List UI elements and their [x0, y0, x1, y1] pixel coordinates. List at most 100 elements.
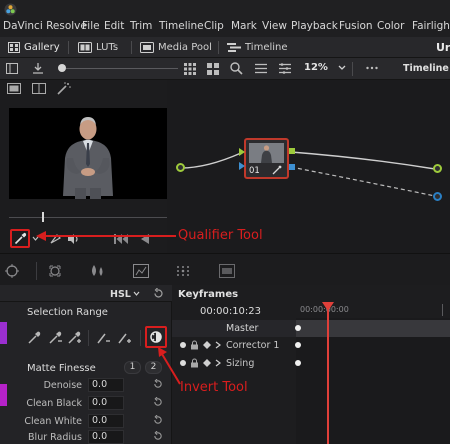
menu-file[interactable]: File	[82, 20, 100, 32]
viewer-mode-icon[interactable]	[7, 83, 21, 94]
keyframe-row-label: Master	[226, 323, 259, 334]
menu-timeline[interactable]: Timeline	[159, 20, 204, 32]
zoom-dropdown[interactable]: 12%	[304, 62, 356, 76]
lock-icon[interactable]	[190, 358, 199, 368]
page-1-button[interactable]: 1	[124, 361, 141, 374]
blur-radius-label: Blur Radius	[28, 432, 82, 443]
video-viewer[interactable]	[9, 108, 167, 199]
corrector-node[interactable]: 01	[244, 138, 289, 179]
picker-plus-icon[interactable]	[67, 330, 82, 345]
denoise-value: 0.0	[92, 379, 108, 390]
keyframes-ruler[interactable]: 00:00:00:00	[296, 302, 450, 318]
tab-media-pool[interactable]: Media Pool	[140, 40, 212, 55]
feather-minus-icon[interactable]	[96, 330, 111, 345]
clean-white-label: Clean White	[24, 416, 82, 427]
playhead-handle[interactable]	[322, 302, 334, 311]
clean-white-field[interactable]: 0.0	[88, 414, 124, 428]
qualifier-header: HSL	[0, 285, 172, 302]
expand-chevron-icon[interactable]	[215, 359, 221, 367]
list-view-icon[interactable]	[255, 63, 267, 74]
viewer-scrub-track[interactable]	[9, 217, 167, 218]
keyframes-title: Keyframes	[178, 289, 239, 300]
chevron-down-icon[interactable]	[133, 291, 140, 296]
ruler-tick	[442, 304, 443, 316]
viewer-scrub-handle[interactable]	[42, 212, 44, 222]
node-input-port[interactable]	[239, 148, 245, 156]
keyframe-row-sizing[interactable]: Sizing	[172, 355, 450, 372]
menu-mark[interactable]: Mark	[231, 20, 257, 32]
menu-playback[interactable]: Playback	[291, 20, 338, 32]
tab-media-pool-label: Media Pool	[158, 42, 212, 53]
timeline-panel-label: Timeline	[403, 63, 449, 74]
menu-view[interactable]: View	[262, 20, 287, 32]
divider	[88, 330, 89, 346]
tab-timeline[interactable]: Timeline	[227, 40, 288, 55]
tab-gallery[interactable]: Gallery	[8, 40, 60, 55]
menu-clip[interactable]: Clip	[204, 20, 224, 32]
menu-edit[interactable]: Edit	[104, 20, 124, 32]
node-output-port[interactable]	[289, 148, 295, 154]
qualifier-mode[interactable]: HSL	[110, 289, 131, 300]
keyframe-diamond-icon[interactable]	[203, 359, 211, 367]
tab-luts[interactable]: LUTs	[78, 40, 118, 55]
palette-bar	[0, 253, 450, 285]
menu-fairlight[interactable]: Fairlight	[412, 20, 450, 32]
source-input-dot[interactable]	[176, 163, 185, 172]
expand-chevron-icon[interactable]	[215, 341, 221, 349]
keyframe-dot[interactable]	[295, 360, 301, 366]
keyframe-row-master[interactable]: Master	[172, 320, 450, 337]
key-palette-icon[interactable]	[219, 264, 235, 278]
gallery-grid-icon[interactable]	[207, 63, 219, 75]
keyframe-diamond-icon[interactable]	[203, 341, 211, 349]
picker-icon[interactable]	[27, 330, 42, 345]
node-key-output-port[interactable]	[289, 164, 295, 170]
keyframe-row-corrector[interactable]: Corrector 1	[172, 337, 450, 354]
tracker-palette-icon[interactable]	[133, 264, 149, 278]
curves-palette-icon[interactable]	[5, 264, 19, 278]
rgb-output-dot[interactable]	[433, 164, 442, 173]
blur-palette-icon[interactable]	[175, 264, 191, 278]
feather-plus-icon[interactable]	[117, 330, 132, 345]
reset-icon[interactable]	[153, 431, 163, 441]
qualifier-annotation-label: Qualifier Tool	[178, 228, 263, 243]
menu-trim[interactable]: Trim	[130, 20, 152, 32]
clean-black-field[interactable]: 0.0	[88, 396, 124, 410]
denoise-field[interactable]: 0.0	[88, 378, 124, 392]
window-palette-icon[interactable]	[90, 264, 106, 278]
more-icon[interactable]	[366, 65, 378, 71]
presenter-image	[9, 108, 167, 199]
lock-icon[interactable]	[190, 340, 199, 350]
gallery-icon	[8, 42, 20, 53]
layout-icon[interactable]	[6, 63, 18, 74]
keyframe-dot[interactable]	[295, 325, 301, 331]
split-screen-icon[interactable]	[32, 83, 46, 94]
menu-color[interactable]: Color	[377, 20, 404, 32]
grid-icon[interactable]	[184, 63, 196, 75]
node-key-input-port[interactable]	[239, 162, 245, 170]
key-output-dot[interactable]	[433, 192, 442, 201]
blur-radius-field[interactable]: 0.0	[88, 430, 124, 444]
scrub-slider[interactable]	[58, 64, 178, 72]
picker-minus-icon[interactable]	[48, 330, 63, 345]
node-thumbnail	[249, 143, 284, 163]
menu-davinci-resolve[interactable]: DaVinci Resolve	[3, 20, 87, 32]
search-icon[interactable]	[230, 62, 243, 75]
reset-icon[interactable]	[153, 415, 163, 425]
divider	[68, 41, 69, 54]
options-icon[interactable]	[279, 63, 291, 74]
menu-fusion[interactable]: Fusion	[339, 20, 373, 32]
reset-icon[interactable]	[153, 288, 164, 299]
master-track-bar	[296, 320, 450, 337]
reset-icon[interactable]	[153, 397, 163, 407]
qualifier-palette-icon[interactable]	[48, 264, 62, 278]
download-icon[interactable]	[32, 62, 44, 74]
divider	[131, 41, 132, 54]
divider	[140, 330, 141, 346]
zoom-value: 12%	[304, 62, 328, 73]
slider-handle[interactable]	[58, 64, 66, 72]
tab-gallery-label: Gallery	[24, 42, 60, 53]
magic-wand-icon[interactable]	[57, 82, 71, 95]
color-swatch	[0, 384, 7, 406]
keyframe-dot[interactable]	[295, 342, 301, 348]
invert-annotation-label: Invert Tool	[180, 380, 248, 395]
